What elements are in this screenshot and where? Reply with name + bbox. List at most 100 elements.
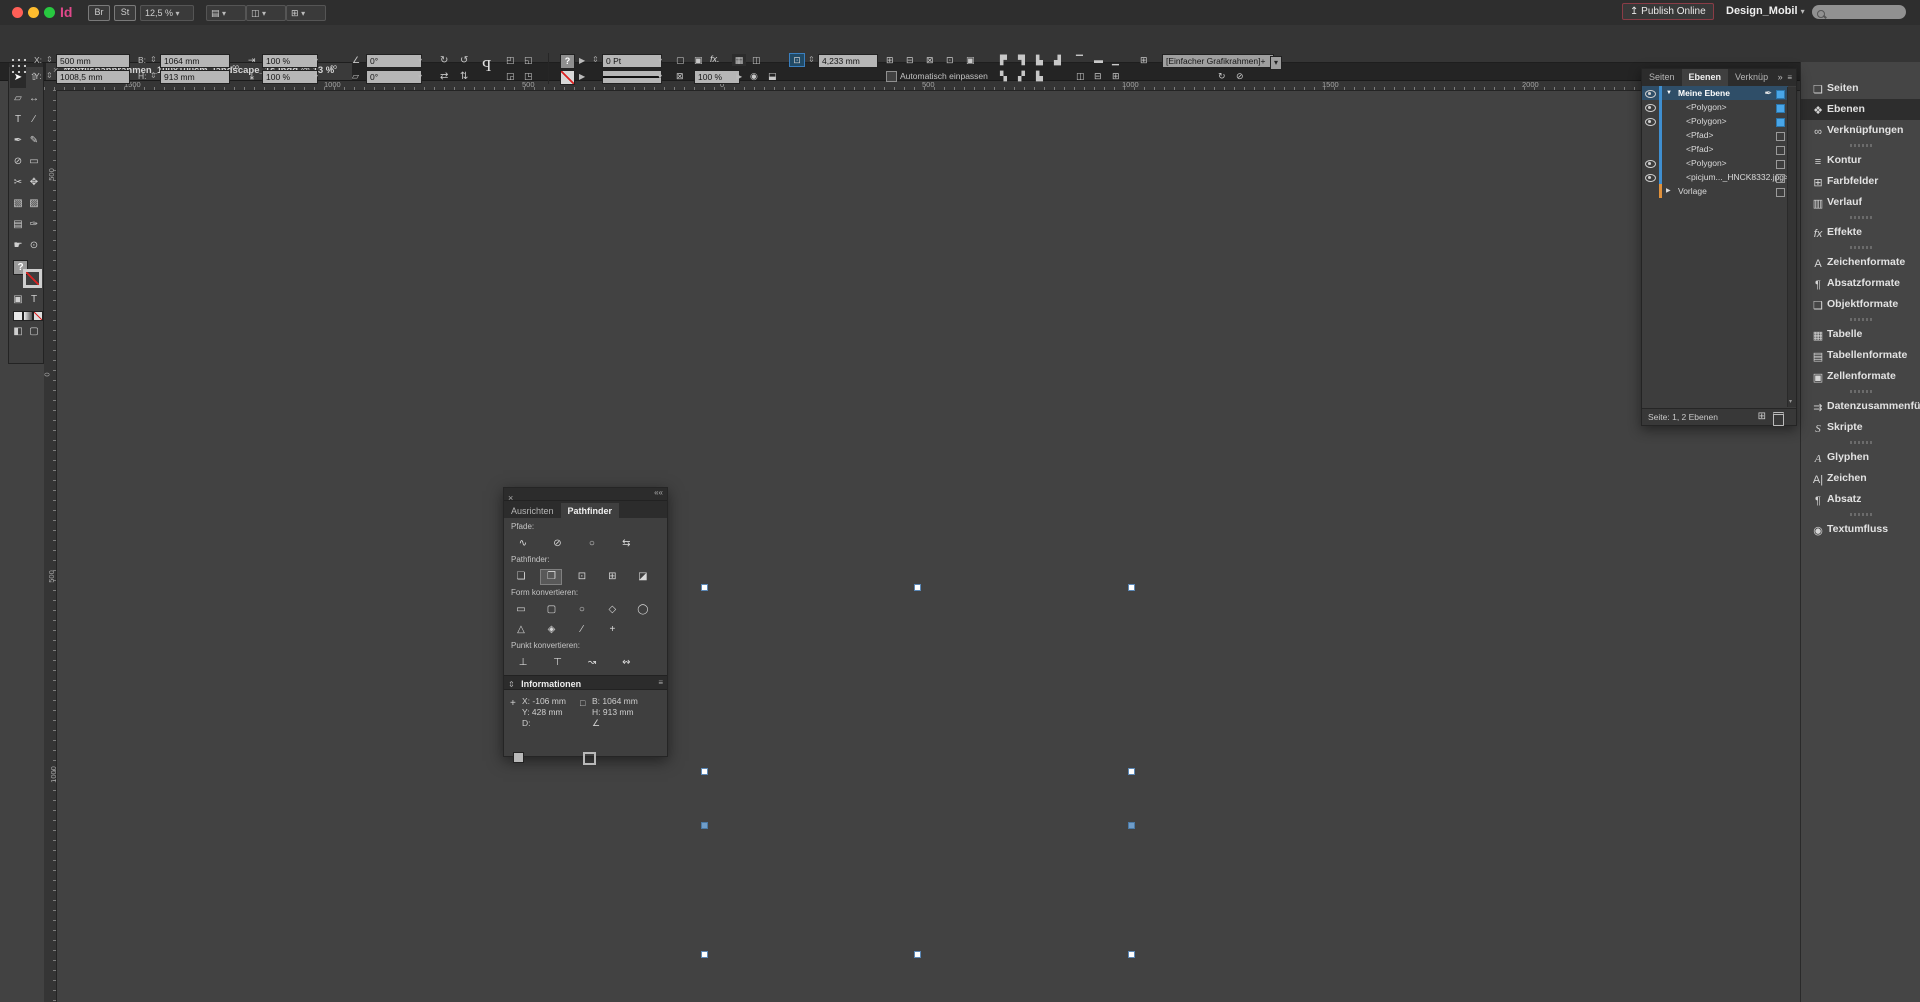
- select-previous-icon[interactable]: ◲: [506, 70, 515, 82]
- rotation-field[interactable]: 0°: [366, 54, 422, 68]
- align-center-icon[interactable]: ▜: [1018, 54, 1025, 66]
- corner-radius-field[interactable]: 4,233 mm: [818, 54, 878, 68]
- dock-item-zeichenformate[interactable]: AZeichenformate: [1801, 252, 1920, 273]
- zoom-tool[interactable]: ⊙: [26, 235, 42, 256]
- type-tool[interactable]: T: [10, 109, 26, 130]
- shear-field[interactable]: 0°: [366, 70, 422, 84]
- bridge-button[interactable]: Br: [88, 5, 110, 21]
- formatting-affects-container-icon[interactable]: ▣: [10, 292, 26, 308]
- pen-tool[interactable]: ✒: [10, 130, 26, 151]
- corner-shape-icon[interactable]: ⊡: [790, 54, 804, 66]
- layer-row-image[interactable]: <picjum..._HNCK8332.jpg>: [1642, 170, 1788, 184]
- convert-symmetrical-point-button[interactable]: ↭: [614, 656, 638, 670]
- clear-overrides-icon[interactable]: ↻: [1218, 70, 1226, 82]
- pathfinder-subtract-button[interactable]: ❐: [541, 570, 561, 584]
- zoom-level-select[interactable]: 12,5 % ▾: [140, 5, 194, 21]
- workspace-switcher[interactable]: Design_Mobil ▾: [1726, 5, 1805, 17]
- constrain-proportions-icon[interactable]: ∞: [232, 61, 239, 74]
- pathfinder-exclude-button[interactable]: ⊞: [602, 570, 622, 584]
- visibility-eye-icon[interactable]: [1645, 104, 1656, 112]
- dock-item-zeichen[interactable]: A|Zeichen: [1801, 468, 1920, 489]
- dock-item-zellenformate[interactable]: ▣Zellenformate: [1801, 366, 1920, 387]
- note-tool[interactable]: ▤: [10, 214, 26, 235]
- selection-handle[interactable]: [1128, 768, 1135, 775]
- tab-seiten[interactable]: Seiten: [1642, 69, 1682, 86]
- chevron-down-icon[interactable]: ▾: [314, 72, 318, 81]
- selection-handle[interactable]: [914, 951, 921, 958]
- stroke-weight-stepper[interactable]: ⇕: [592, 54, 599, 66]
- opacity-field[interactable]: 100 %: [694, 70, 740, 84]
- opacity-menu-arrow-icon[interactable]: ▶: [736, 72, 742, 81]
- drop-shadow-icon[interactable]: ◉: [750, 70, 758, 82]
- chevron-down-icon[interactable]: ▾: [658, 72, 662, 81]
- convert-line-button[interactable]: ∕: [572, 623, 592, 637]
- align-top-icon[interactable]: ▟: [1054, 54, 1061, 66]
- visibility-eye-icon[interactable]: [1645, 118, 1656, 126]
- object-name[interactable]: <Pfad>: [1686, 128, 1713, 142]
- layer-row-polygon[interactable]: <Polygon>: [1642, 114, 1788, 128]
- layer-row-vorlage[interactable]: ▶ Vorlage: [1642, 184, 1788, 198]
- frame-edges-icon[interactable]: ◫: [752, 54, 761, 66]
- convert-smooth-point-button[interactable]: ↝: [580, 656, 604, 670]
- open-path-button[interactable]: ⊘: [545, 537, 569, 551]
- selection-handle[interactable]: [1128, 584, 1135, 591]
- rotate-cw-icon[interactable]: ↻: [440, 54, 448, 67]
- selection-square[interactable]: [1776, 90, 1785, 99]
- selection-square[interactable]: [1776, 160, 1785, 169]
- selection-square[interactable]: [1776, 132, 1785, 141]
- stroke-menu-arrow-icon[interactable]: ▶: [579, 72, 585, 81]
- fit-frame-to-content-icon[interactable]: ⊠: [926, 54, 934, 66]
- close-path-button[interactable]: ○: [580, 537, 604, 551]
- eyedropper-tool[interactable]: ✑: [26, 214, 42, 235]
- window-zoom-button[interactable]: [44, 7, 55, 18]
- layer-name[interactable]: Meine Ebene: [1678, 86, 1730, 100]
- fill-frame-proportionally-icon[interactable]: ⊞: [886, 54, 894, 66]
- dock-group-handle[interactable]: [1801, 510, 1920, 519]
- convert-corner-point-button[interactable]: ⊤: [545, 656, 569, 670]
- wrap-bounding-box-icon[interactable]: ⊟: [1094, 70, 1102, 82]
- object-style-select[interactable]: [Einfacher Grafikrahmen]+: [1162, 54, 1274, 68]
- expand-arrow-icon[interactable]: ▶: [1666, 184, 1671, 198]
- pasteboard[interactable]: [0, 80, 1920, 1002]
- object-name[interactable]: <picjum..._HNCK8332.jpg>: [1686, 170, 1789, 184]
- search-input[interactable]: [1812, 5, 1906, 19]
- scroll-down-icon[interactable]: ▾: [1789, 398, 1792, 405]
- visibility-eye-icon[interactable]: [1645, 160, 1656, 168]
- y-stepper[interactable]: ⇕: [46, 70, 53, 82]
- height-field[interactable]: 913 mm: [160, 70, 230, 84]
- screen-mode-dropdown[interactable]: ◫ ▾: [246, 5, 286, 21]
- corner-radius-stepper[interactable]: ⇕: [808, 54, 815, 66]
- dock-item-datenzusammenfuehrung[interactable]: ⇉Datenzusammenführ…: [1801, 396, 1920, 417]
- stroke-weight-field[interactable]: 0 Pt: [602, 54, 662, 68]
- layer-row-pfad[interactable]: <Pfad>: [1642, 128, 1788, 142]
- chevron-down-icon[interactable]: ▾: [658, 56, 662, 65]
- line-tool[interactable]: ∕: [26, 109, 42, 130]
- gradient-tool[interactable]: ▧: [10, 193, 26, 214]
- dock-item-textumfluss[interactable]: ◉Textumfluss: [1801, 519, 1920, 540]
- convert-polygon-button[interactable]: ◈: [541, 623, 561, 637]
- distribute-left-icon[interactable]: ▚: [1000, 70, 1007, 82]
- panel-title-bar[interactable]: × ««: [504, 488, 667, 501]
- view-options-dropdown[interactable]: ▤ ▾: [206, 5, 246, 21]
- layer-row-pfad[interactable]: <Pfad>: [1642, 142, 1788, 156]
- y-position-field[interactable]: 1008,5 mm: [56, 70, 130, 84]
- dock-item-effekte[interactable]: fxEffekte: [1801, 222, 1920, 243]
- tab-ebenen[interactable]: Ebenen: [1682, 69, 1729, 86]
- collapse-icon[interactable]: ««: [654, 488, 663, 497]
- selection-square[interactable]: [1776, 146, 1785, 155]
- scale-y-field[interactable]: 100 %: [262, 70, 318, 84]
- convert-ellipse-button[interactable]: ○: [572, 603, 592, 617]
- rotate-ccw-icon[interactable]: ↺: [460, 54, 468, 67]
- reference-point-proxy[interactable]: [10, 57, 26, 73]
- flip-horizontal-icon[interactable]: ⇄: [440, 70, 448, 83]
- object-effects-icon[interactable]: ▣: [694, 54, 703, 66]
- free-transform-tool[interactable]: ✥: [26, 172, 42, 193]
- chevron-down-icon[interactable]: ▾: [418, 56, 422, 65]
- frame-anchor-handle[interactable]: [701, 822, 708, 829]
- select-container-icon[interactable]: ◰: [506, 54, 515, 66]
- convert-plain-point-button[interactable]: ⊥: [511, 656, 535, 670]
- hand-tool[interactable]: ☛: [10, 235, 26, 256]
- tab-ausrichten[interactable]: Ausrichten: [504, 503, 561, 520]
- selection-square[interactable]: [1776, 188, 1785, 197]
- corner-options-icon[interactable]: ▢: [676, 54, 685, 66]
